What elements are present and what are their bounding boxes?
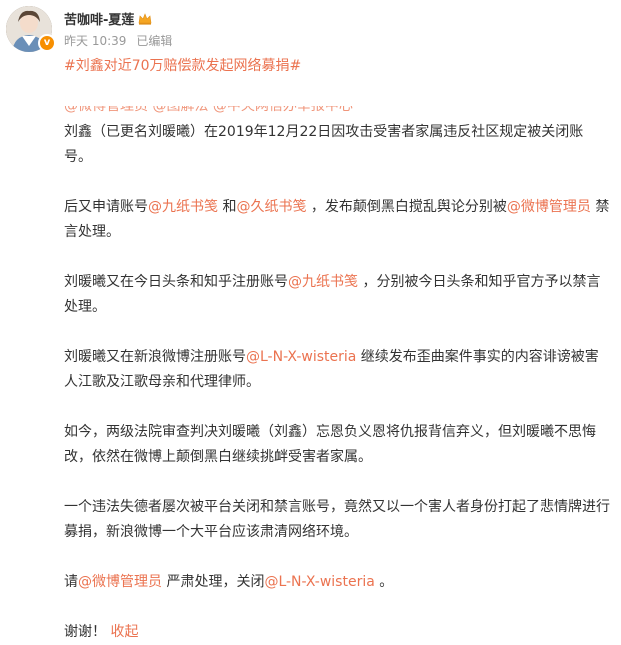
collapse-link[interactable]: 收起 — [110, 624, 138, 640]
hashtag-link[interactable]: #刘鑫对近70万赔偿款发起网络募捐# — [64, 58, 301, 74]
author-name-row: 苦咖啡-夏莲 — [64, 9, 152, 28]
paragraph-1: 刘鑫（已更名刘暖曦）在2019年12月22日因攻击受害者家属违反社区规定被关闭账… — [64, 124, 584, 165]
mention-link[interactable]: @九纸书笺 — [148, 199, 218, 215]
mention-link[interactable]: @九纸书笺 — [288, 274, 358, 290]
edited-label[interactable]: 已编辑 — [136, 32, 172, 49]
crown-icon — [139, 12, 152, 25]
post-time[interactable]: 昨天 10:39 — [64, 32, 126, 49]
mention-link[interactable]: @L-N-X-wisteria — [264, 574, 374, 590]
post-content: #刘鑫对近70万赔偿款发起网络募捐# @微博管理员 @图解法 @中央网信办举报中… — [64, 54, 610, 645]
weibo-post: v 苦咖啡-夏莲 昨天 10:39 已编辑 #刘鑫对近70万赔偿款发起网络募捐#… — [0, 0, 621, 640]
paragraph-2: 后又申请账号@九纸书笺 和@久纸书笺 ，发布颠倒黑白搅乱舆论分别被@微博管理员 … — [64, 199, 610, 240]
paragraph-4: 刘暖曦又在新浪微博注册账号@L-N-X-wisteria 继续发布歪曲案件事实的… — [64, 349, 599, 390]
mention-link[interactable]: @微博管理员 — [78, 574, 162, 590]
paragraph-5: 如今，两级法院审查判决刘暖曦（刘鑫）忘恩负义恩将仇报背信弃义，但刘暖曦不思悔改，… — [64, 424, 596, 465]
paragraph-3: 刘暖曦又在今日头条和知乎注册账号@九纸书笺 ，分别被今日头条和知乎官方予以禁言处… — [64, 274, 601, 315]
verified-badge-icon: v — [38, 34, 56, 52]
paragraph-8: 谢谢！ 收起 — [64, 624, 139, 640]
paragraph-6: 一个违法失德者屡次被平台关闭和禁言账号，竟然又以一个害人者身份打起了悲情牌进行募… — [64, 499, 610, 540]
mention-link[interactable]: @久纸书笺 — [236, 199, 306, 215]
paragraph-7: 请@微博管理员 严肃处理，关闭@L-N-X-wisteria 。 — [64, 574, 394, 590]
truncated-mentions-line: @微博管理员 @图解法 @中央网信办举报中心 — [64, 106, 353, 114]
mention-link[interactable]: @L-N-X-wisteria — [246, 349, 356, 365]
post-meta: 昨天 10:39 已编辑 — [64, 32, 172, 49]
author-name[interactable]: 苦咖啡-夏莲 — [64, 9, 134, 28]
mention-link[interactable]: @微博管理员 — [507, 199, 591, 215]
